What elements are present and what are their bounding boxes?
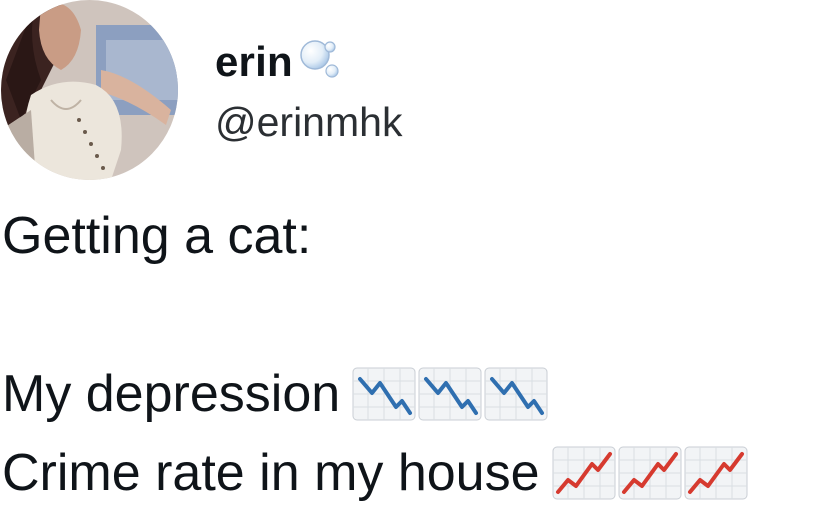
chart-decreasing-icon — [484, 367, 548, 421]
emoji-group-decreasing — [352, 367, 548, 421]
tweet-line-intro: Getting a cat: — [2, 204, 311, 268]
tweet-line-text: Crime rate in my house — [2, 444, 540, 502]
tweet-line-text: Getting a cat: — [2, 207, 312, 265]
chart-increasing-icon — [684, 446, 748, 500]
tweet-line-crime-rate: Crime rate in my house — [2, 441, 748, 505]
tweet-line-text: My depression — [2, 365, 341, 423]
display-name: erin — [215, 38, 293, 85]
chart-increasing-icon — [552, 446, 616, 500]
avatar-image — [1, 0, 178, 180]
user-handle[interactable]: @erinmhk — [215, 97, 402, 147]
chart-increasing-icon — [618, 446, 682, 500]
user-name-row[interactable]: erin — [215, 38, 353, 88]
chart-decreasing-icon — [352, 367, 416, 421]
chart-decreasing-icon — [418, 367, 482, 421]
avatar[interactable] — [1, 0, 178, 180]
tweet-line-depression: My depression — [2, 362, 548, 426]
bubbles-icon — [300, 40, 339, 78]
emoji-group-increasing — [552, 446, 748, 500]
